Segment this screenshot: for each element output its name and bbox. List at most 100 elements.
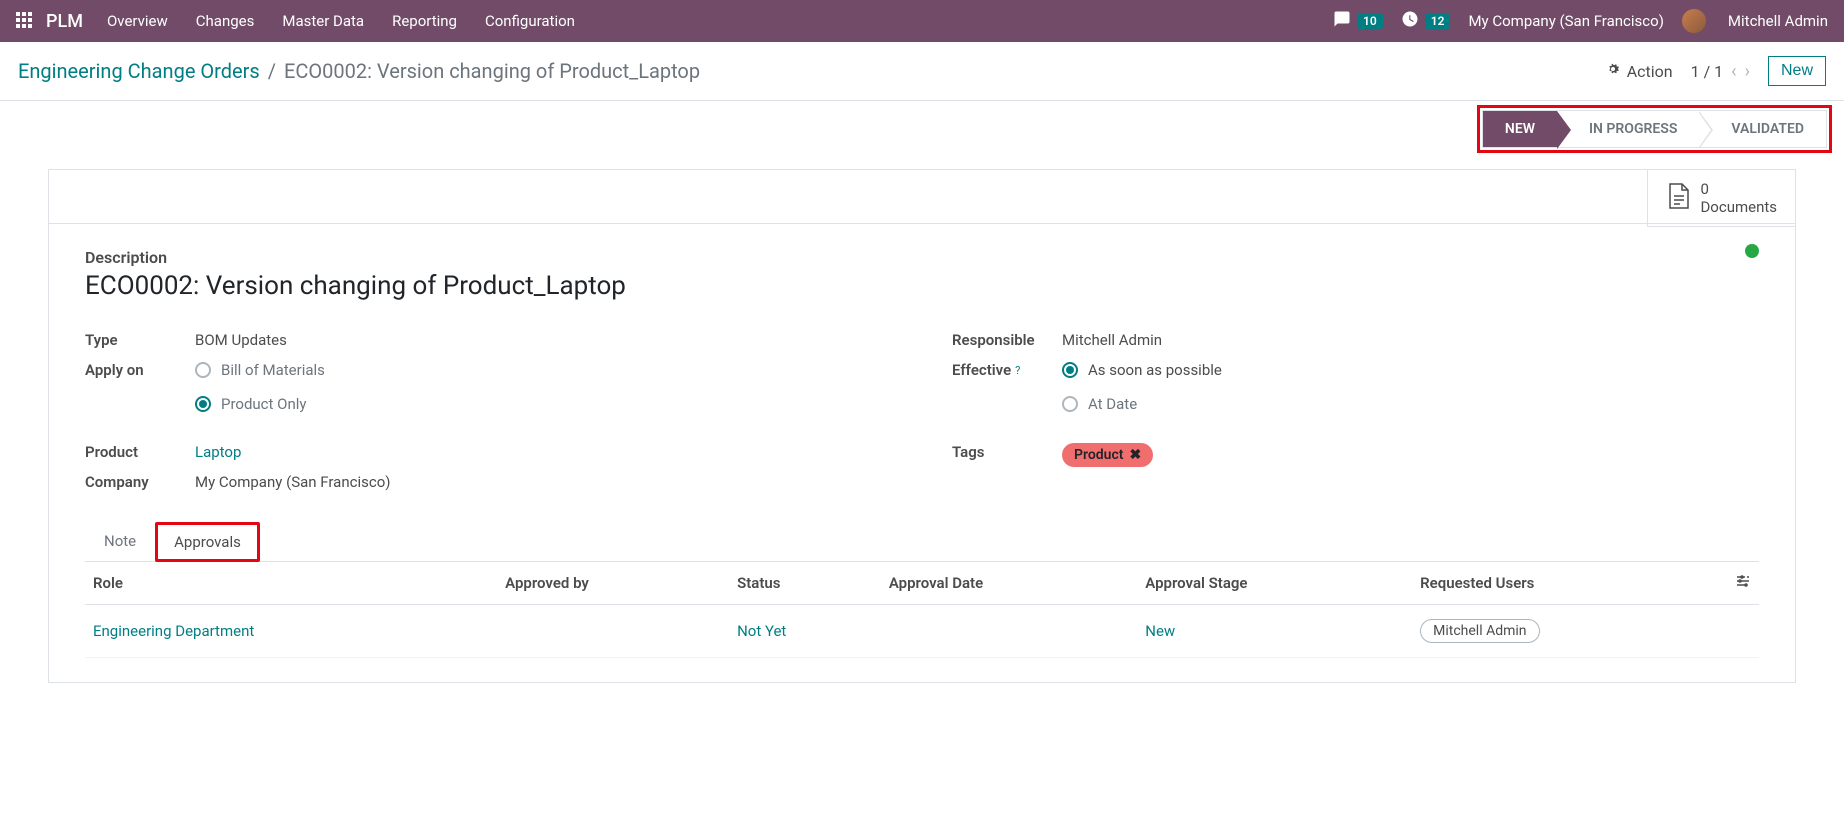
documents-count: 0 <box>1700 180 1777 198</box>
field-col-right: Responsible Mitchell Admin Effective ? A… <box>952 325 1759 497</box>
field-grid: Type BOM Updates Apply on Bill of Materi… <box>85 325 1759 497</box>
stage-validated[interactable]: VALIDATED <box>1699 111 1826 147</box>
tab-approvals[interactable]: Approvals <box>155 522 260 562</box>
status-dot-icon[interactable] <box>1745 244 1759 258</box>
field-company: Company My Company (San Francisco) <box>85 467 892 497</box>
field-apply-on: Apply on Bill of Materials Product Only <box>85 355 892 419</box>
user-menu[interactable]: Mitchell Admin <box>1728 12 1828 30</box>
breadcrumb-current: ECO0002: Version changing of Product_Lap… <box>284 59 700 83</box>
company-value: My Company (San Francisco) <box>195 473 390 491</box>
breadcrumb-row: Engineering Change Orders / ECO0002: Ver… <box>0 42 1844 101</box>
document-icon <box>1666 182 1690 214</box>
nav-changes[interactable]: Changes <box>196 12 255 30</box>
cell-settings <box>1727 605 1759 658</box>
statusbar-row: NEW IN PROGRESS VALIDATED <box>0 101 1844 169</box>
breadcrumb-actions: Action 1 / 1 ‹ › New <box>1605 56 1826 86</box>
product-label: Product <box>85 443 195 461</box>
radio-icon <box>195 396 211 412</box>
radio-icon <box>1062 362 1078 378</box>
activities-button[interactable]: 12 <box>1401 10 1451 32</box>
nav-reporting[interactable]: Reporting <box>392 12 457 30</box>
documents-text: 0 Documents <box>1700 180 1777 216</box>
apply-on-bom-label: Bill of Materials <box>221 361 325 379</box>
company-switcher[interactable]: My Company (San Francisco) <box>1468 12 1663 30</box>
app-name[interactable]: PLM <box>46 11 83 32</box>
nav-items: Overview Changes Master Data Reporting C… <box>107 12 1333 30</box>
cell-approved-by <box>497 605 729 658</box>
action-menu[interactable]: Action <box>1605 61 1673 81</box>
messages-button[interactable]: 10 <box>1333 10 1383 32</box>
tab-note[interactable]: Note <box>85 521 155 561</box>
pager-prev[interactable]: ‹ <box>1731 61 1736 82</box>
action-label: Action <box>1627 62 1673 81</box>
effective-at-date[interactable]: At Date <box>1062 395 1222 413</box>
settings-icon <box>1735 574 1751 592</box>
effective-label-wrap: Effective ? <box>952 361 1062 379</box>
nav-master-data[interactable]: Master Data <box>282 12 364 30</box>
documents-label: Documents <box>1700 198 1777 216</box>
breadcrumb-parent[interactable]: Engineering Change Orders <box>18 59 260 83</box>
cell-role[interactable]: Engineering Department <box>85 605 497 658</box>
field-type: Type BOM Updates <box>85 325 892 355</box>
help-icon[interactable]: ? <box>1015 364 1020 377</box>
cell-status[interactable]: Not Yet <box>729 605 881 658</box>
topbar: PLM Overview Changes Master Data Reporti… <box>0 0 1844 42</box>
approvals-table: Role Approved by Status Approval Date Ap… <box>85 562 1759 658</box>
field-product: Product Laptop <box>85 437 892 467</box>
th-role: Role <box>85 562 497 605</box>
description-value: ECO0002: Version changing of Product_Lap… <box>85 271 1759 301</box>
cell-approval-date <box>881 605 1137 658</box>
new-button[interactable]: New <box>1768 56 1826 86</box>
responsible-value: Mitchell Admin <box>1062 331 1162 349</box>
statusbar-highlight: NEW IN PROGRESS VALIDATED <box>1477 105 1832 153</box>
effective-label: Effective <box>952 361 1011 379</box>
type-value: BOM Updates <box>195 331 287 349</box>
field-responsible: Responsible Mitchell Admin <box>952 325 1759 355</box>
effective-asap[interactable]: As soon as possible <box>1062 361 1222 379</box>
pager-text: 1 / 1 <box>1691 62 1724 81</box>
radio-icon <box>1062 396 1078 412</box>
nav-overview[interactable]: Overview <box>107 12 168 30</box>
avatar[interactable] <box>1682 9 1706 33</box>
clock-icon <box>1401 10 1419 32</box>
apply-on-product-only[interactable]: Product Only <box>195 395 325 413</box>
tabs-container: Note Approvals Role Approved by Status A… <box>85 521 1759 658</box>
th-approval-date: Approval Date <box>881 562 1137 605</box>
company-label: Company <box>85 473 195 491</box>
stage-new[interactable]: NEW <box>1483 111 1557 147</box>
table-row[interactable]: Engineering Department Not Yet New Mitch… <box>85 605 1759 658</box>
user-chip[interactable]: Mitchell Admin <box>1420 619 1539 643</box>
gear-icon <box>1605 61 1621 81</box>
tags-label: Tags <box>952 443 1062 461</box>
tag-product[interactable]: Product ✖ <box>1062 443 1153 467</box>
type-label: Type <box>85 331 195 349</box>
clock-count: 12 <box>1425 13 1451 29</box>
effective-radio-group: As soon as possible At Date <box>1062 361 1222 413</box>
sheet-divider <box>49 170 1795 224</box>
apply-on-product-only-label: Product Only <box>221 395 307 413</box>
apply-on-radio-group: Bill of Materials Product Only <box>195 361 325 413</box>
cell-approval-stage[interactable]: New <box>1137 605 1412 658</box>
tag-remove-icon[interactable]: ✖ <box>1129 447 1141 463</box>
th-settings[interactable] <box>1727 562 1759 605</box>
th-status: Status <box>729 562 881 605</box>
apply-on-label: Apply on <box>85 361 195 379</box>
stage-in-progress[interactable]: IN PROGRESS <box>1557 111 1699 147</box>
responsible-label: Responsible <box>952 331 1062 349</box>
apply-on-bom[interactable]: Bill of Materials <box>195 361 325 379</box>
pager-next[interactable]: › <box>1745 61 1750 82</box>
th-requested-users: Requested Users <box>1412 562 1727 605</box>
form-sheet: 0 Documents Description ECO0002: Version… <box>48 169 1796 683</box>
field-tags: Tags Product ✖ <box>952 437 1759 473</box>
effective-asap-label: As soon as possible <box>1088 361 1222 379</box>
tabs: Note Approvals <box>85 521 1759 562</box>
nav-configuration[interactable]: Configuration <box>485 12 575 30</box>
product-value[interactable]: Laptop <box>195 443 241 461</box>
th-approval-stage: Approval Stage <box>1137 562 1412 605</box>
form-container: 0 Documents Description ECO0002: Version… <box>0 169 1844 683</box>
topbar-right: 10 12 My Company (San Francisco) Mitchel… <box>1333 9 1828 33</box>
documents-button[interactable]: 0 Documents <box>1647 170 1795 227</box>
field-effective: Effective ? As soon as possible At Date <box>952 355 1759 419</box>
chat-count: 10 <box>1357 13 1383 29</box>
apps-icon[interactable] <box>16 12 34 30</box>
